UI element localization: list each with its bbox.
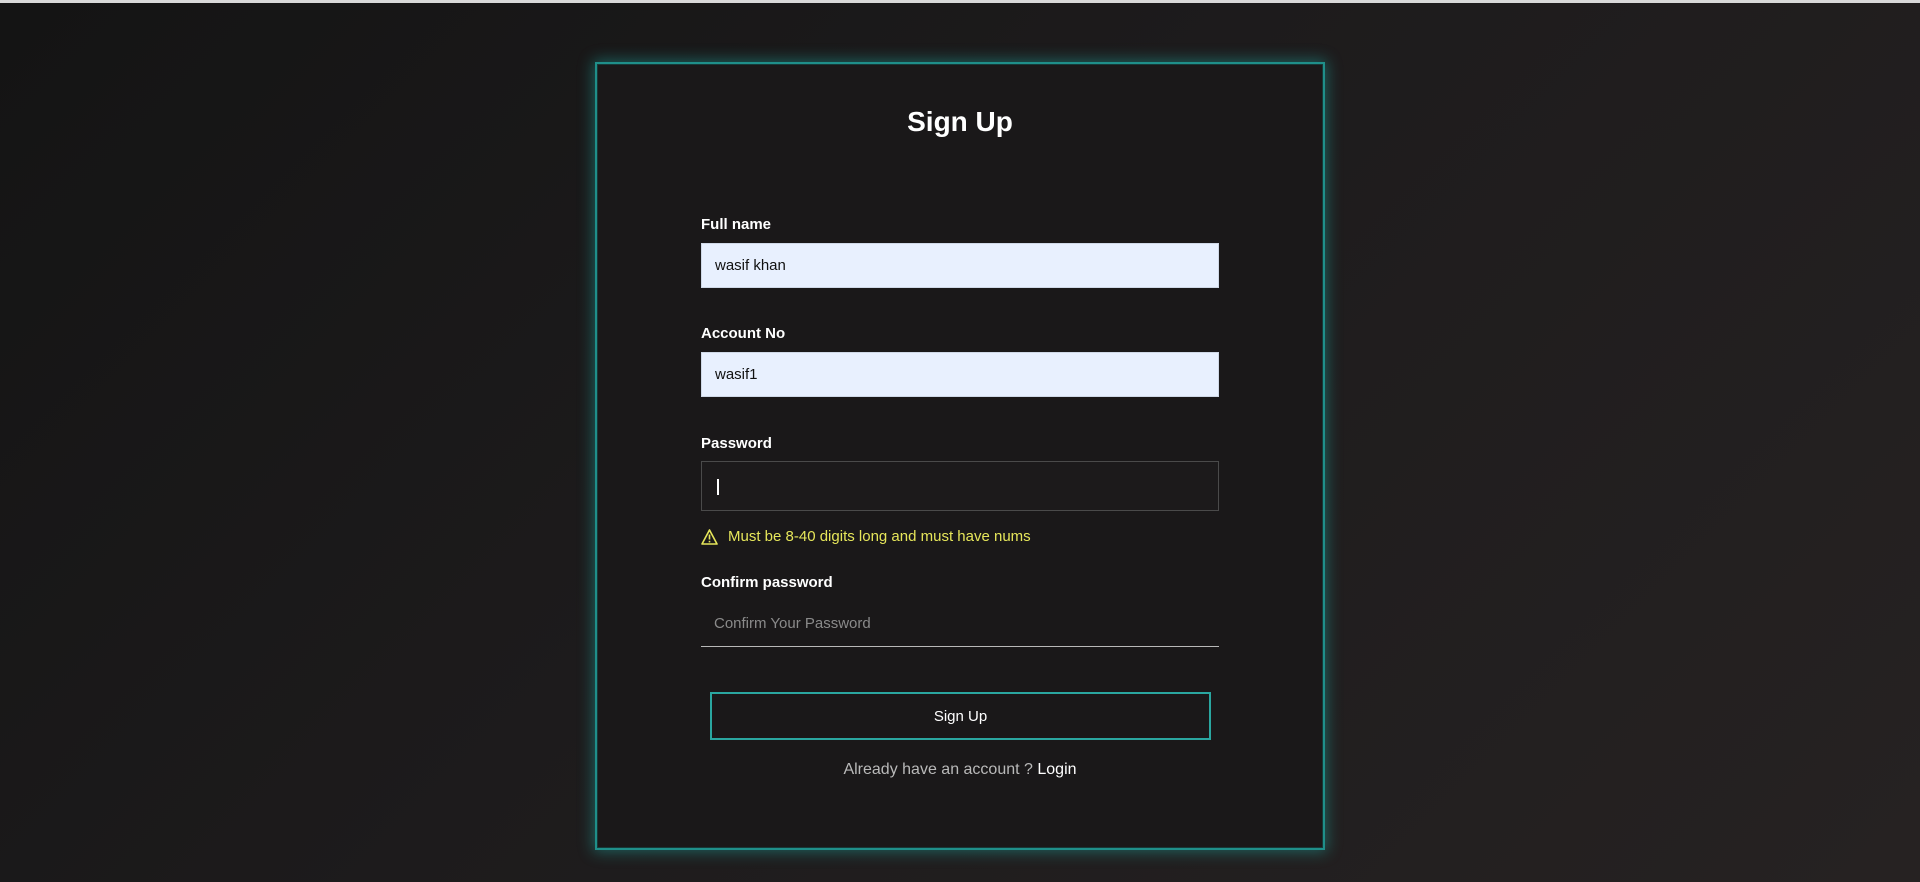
password-label: Password: [701, 435, 772, 452]
login-prompt-text: Already have an account ?: [843, 761, 1033, 778]
login-link[interactable]: Login: [1037, 761, 1076, 778]
full-name-label: Full name: [701, 216, 772, 233]
account-no-label: Account No: [701, 325, 786, 342]
signup-card: Sign Up Full name Account No Password Mu…: [595, 62, 1325, 850]
full-name-input[interactable]: [701, 243, 1219, 288]
account-no-input[interactable]: [701, 352, 1219, 397]
browser-top-edge: [0, 0, 1920, 3]
signup-button[interactable]: Sign Up: [710, 692, 1211, 740]
password-warning: Must be 8-40 digits long and must have n…: [701, 528, 1031, 545]
warning-triangle-icon: [701, 528, 718, 545]
password-warning-text: Must be 8-40 digits long and must have n…: [728, 528, 1031, 545]
password-input[interactable]: [701, 461, 1219, 511]
confirm-password-label: Confirm password: [701, 574, 833, 591]
login-prompt: Already have an account ? Login: [597, 761, 1323, 779]
confirm-password-input[interactable]: [701, 601, 1219, 647]
page-title: Sign Up: [907, 106, 1013, 137]
